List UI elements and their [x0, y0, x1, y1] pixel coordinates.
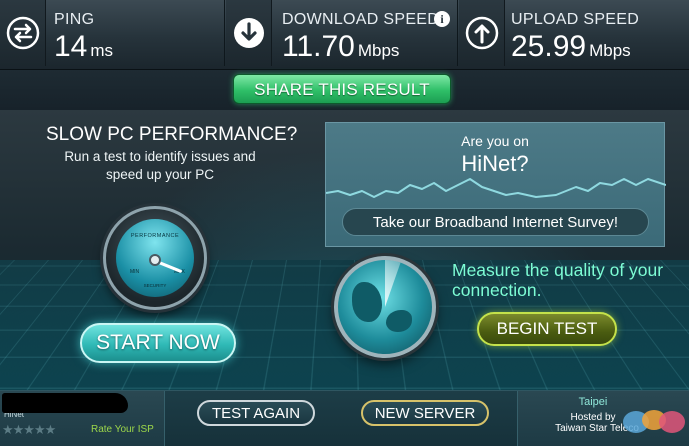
bottom-bar: HiNet ★★★★★ Rate Your ISP TEST AGAIN NEW… — [0, 390, 689, 446]
exchange-arrows-icon — [0, 0, 46, 66]
results-bar: PING 14 ms DOWNLOAD SPEED i 11.70 Mbps UPL… — [0, 0, 689, 70]
info-icon[interactable]: i — [434, 11, 450, 27]
share-bar: SHARE THIS RESULT — [0, 70, 689, 110]
promo-subtitle: Run a test to identify issues and speed … — [64, 149, 256, 182]
promo-title: SLOW PC PERFORMANCE? — [46, 124, 298, 145]
download-value: 11.70 Mbps — [282, 30, 400, 63]
start-now-button[interactable]: START NOW — [80, 323, 236, 363]
ping-stat: PING 14 ms — [0, 0, 225, 66]
site-watermark-logo — [623, 410, 685, 433]
gauge-title: PERFORMANCE — [130, 233, 180, 239]
download-arrow-icon — [226, 0, 272, 66]
gauge-min-label: MIN — [130, 269, 140, 275]
redacted-ip-block — [2, 393, 128, 413]
gauge-hub — [149, 254, 161, 266]
ping-value: 14 ms — [54, 30, 114, 63]
new-server-button[interactable]: NEW SERVER — [361, 400, 489, 426]
ping-unit: ms — [90, 41, 114, 60]
download-stat: DOWNLOAD SPEED i 11.70 Mbps — [226, 0, 458, 66]
test-again-button[interactable]: TEST AGAIN — [197, 400, 315, 426]
upload-stat: UPLOAD SPEED 25.99 Mbps — [459, 0, 689, 66]
ping-label: PING — [54, 11, 95, 28]
download-label: DOWNLOAD SPEED — [282, 11, 440, 28]
survey-question: Are you on — [461, 133, 529, 149]
rate-isp-link[interactable]: Rate Your ISP — [91, 424, 154, 435]
upload-unit: Mbps — [589, 41, 631, 60]
measure-quality-text: Measure the quality of your connection. — [452, 260, 664, 300]
share-result-button[interactable]: SHARE THIS RESULT — [233, 74, 451, 104]
download-unit: Mbps — [357, 41, 400, 60]
performance-gauge-icon: PERFORMANCE MIN MAX SECURITY — [103, 206, 207, 310]
gauge-caption: SECURITY — [143, 283, 167, 288]
main-stage: SLOW PC PERFORMANCE? Run a test to ident… — [0, 110, 689, 390]
upload-arrow-icon — [459, 0, 505, 66]
begin-test-button[interactable]: BEGIN TEST — [477, 312, 617, 346]
upload-label: UPLOAD SPEED — [511, 11, 640, 28]
survey-cta-button[interactable]: Take our Broadband Internet Survey! — [342, 208, 649, 236]
upload-value: 25.99 Mbps — [511, 30, 631, 63]
globe-radar-icon — [334, 256, 436, 358]
isp-survey-panel[interactable]: Are you on HiNet? Take our Broadband Int… — [325, 122, 666, 247]
isp-rating-stars[interactable]: ★★★★★ — [2, 422, 56, 438]
isp-panel: HiNet ★★★★★ Rate Your ISP — [0, 391, 165, 446]
